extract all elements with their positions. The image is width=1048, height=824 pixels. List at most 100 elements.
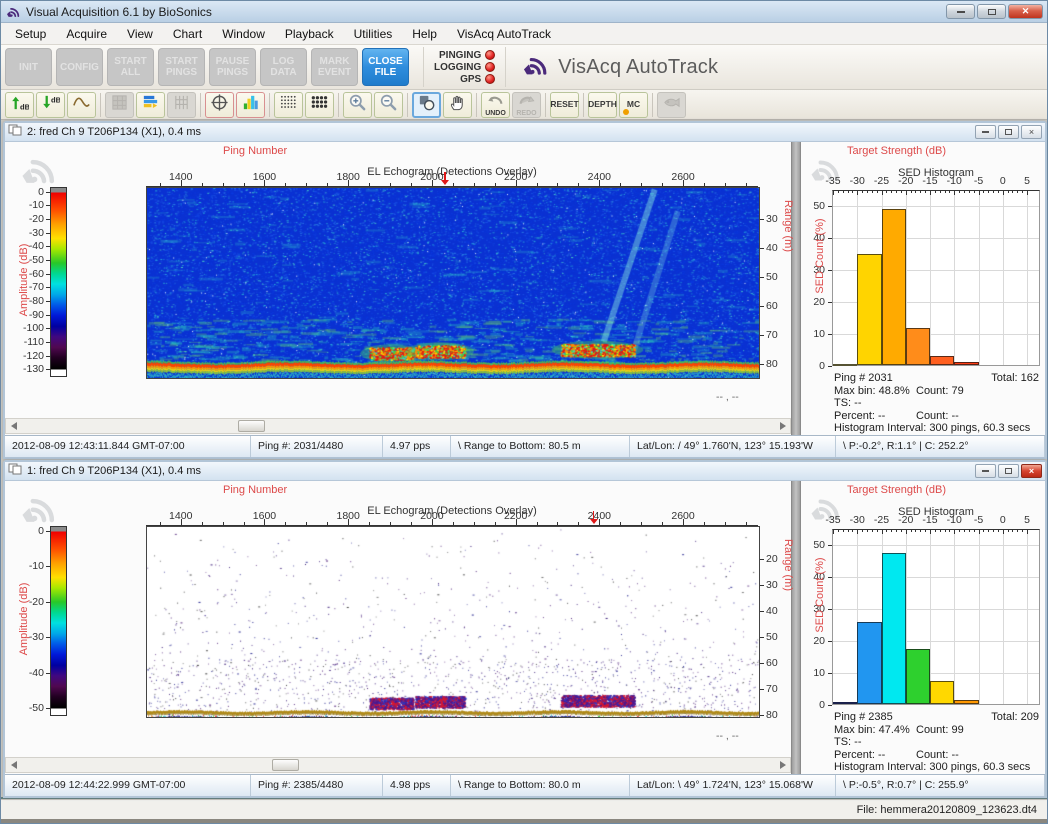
pane-splitter[interactable] [791, 142, 801, 435]
menu-window[interactable]: Window [212, 24, 275, 44]
sed-xminor-tick [1008, 529, 1009, 532]
cursor-coordinate-readout: -- , -- [716, 730, 739, 742]
data-table-button [167, 92, 196, 118]
echo-dots-fine-button[interactable] [274, 92, 303, 118]
select-region-button[interactable] [412, 92, 441, 118]
ping-tick-mark [264, 519, 265, 525]
menu-help[interactable]: Help [402, 24, 447, 44]
maximize-icon [1005, 468, 1012, 474]
status-cell-range-to-bottom: \ Range to Bottom: 80.5 m [451, 436, 630, 457]
scroll-right-arrow[interactable] [775, 419, 790, 433]
threshold-down-button[interactable]: dB [36, 92, 65, 118]
child-close-button[interactable]: × [1021, 464, 1042, 478]
sed-xminor-tick [959, 529, 960, 532]
marker-arrowhead [590, 519, 598, 524]
pan-button[interactable] [443, 92, 472, 118]
ping-minor-tick [202, 522, 203, 525]
restore-button[interactable] [977, 4, 1006, 19]
toolbar-separator [269, 93, 270, 117]
tvg-curve-button[interactable] [67, 92, 96, 118]
menu-utilities[interactable]: Utilities [344, 24, 403, 44]
app-titlebar[interactable]: Visual Acquisition 6.1 by BioSonics ✕ [1, 1, 1047, 23]
scroll-thumb[interactable] [272, 759, 299, 771]
ping-minor-tick [620, 522, 621, 525]
window-bottom-edge [1, 819, 1047, 823]
child-minimize-button[interactable] [975, 125, 996, 139]
child-maximize-button[interactable] [998, 125, 1019, 139]
ping-minor-tick [244, 522, 245, 525]
zoom-out-button[interactable] [374, 92, 403, 118]
sed-xminor-tick [1012, 529, 1013, 532]
menu-acquire[interactable]: Acquire [56, 24, 117, 44]
echogram-plot[interactable] [146, 187, 760, 379]
sed-xminor-tick [872, 529, 873, 532]
amplitude-tick-mark [46, 246, 50, 247]
sed-stat-ts: TS: -- [834, 736, 862, 748]
reset-button[interactable]: RESET [550, 92, 579, 118]
child-titlebar[interactable]: 2: fred Ch 9 T206P134 (X1), 0.4 ms× [5, 123, 1045, 142]
sed-stat-interval: Histogram Interval: 300 pings, 60.3 secs [834, 422, 1030, 434]
depth-button[interactable]: DEPTH [588, 92, 617, 118]
minimize-button[interactable] [946, 4, 975, 19]
undo-button[interactable]: UNDO [481, 92, 510, 118]
scroll-right-arrow[interactable] [775, 758, 790, 772]
range-tick-label: 20 [766, 553, 778, 565]
sed-xminor-tick [925, 529, 926, 532]
ping-axis-label: Ping Number [223, 484, 287, 496]
menu-view[interactable]: View [117, 24, 163, 44]
sed-xminor-tick [940, 529, 941, 532]
sed-histogram-toggle-button[interactable] [236, 92, 265, 118]
redo-label: REDO [516, 110, 536, 117]
threshold-up-button[interactable]: dB [5, 92, 34, 118]
scroll-left-arrow[interactable] [6, 758, 21, 772]
range-tick-label: 60 [766, 657, 778, 669]
close-button[interactable]: ✕ [1008, 4, 1043, 19]
sed-xtick-mark [930, 190, 931, 195]
child-statusbar: 2012-08-09 12:43:11.844 GMT-07:00Ping #:… [5, 435, 1045, 457]
pane-splitter[interactable] [791, 481, 801, 774]
menu-setup[interactable]: Setup [5, 24, 56, 44]
child-close-button[interactable]: × [1021, 125, 1042, 139]
mark-event-button: MARKEVENT [311, 48, 358, 86]
range-tick-label: 80 [766, 358, 778, 370]
child-maximize-button[interactable] [998, 464, 1019, 478]
zoom-in-button[interactable] [343, 92, 372, 118]
mc-button[interactable]: MC [619, 92, 648, 118]
sed-xtick-label: -5 [974, 175, 983, 187]
app-statusbar: File: hemmera20120809_123623.dt4 [1, 799, 1047, 819]
target-detection-button[interactable] [205, 92, 234, 118]
close-file-button[interactable]: CLOSEFILE [362, 48, 409, 86]
scroll-left-arrow[interactable] [6, 419, 21, 433]
child-minimize-button[interactable] [975, 464, 996, 478]
scroll-thumb[interactable] [238, 420, 265, 432]
right-arrow-icon [780, 761, 786, 769]
menu-visacq-autotrack[interactable]: VisAcq AutoTrack [447, 24, 561, 44]
sed-count-axis-label: SED Count (%) [814, 545, 826, 645]
sed-xtick-mark [882, 529, 883, 534]
echogram-plot[interactable] [146, 526, 760, 718]
toolbar-separator [476, 93, 477, 117]
menu-playback[interactable]: Playback [275, 24, 344, 44]
sed-xminor-tick [848, 190, 849, 193]
sed-xminor-tick [886, 190, 887, 193]
sed-xminor-tick [896, 190, 897, 193]
color-scale-button[interactable] [136, 92, 165, 118]
ping-minor-tick [641, 522, 642, 525]
amplitude-tick-label: -30 [13, 631, 44, 643]
sed-xminor-tick [852, 190, 853, 193]
echo-dots-coarse-button[interactable] [305, 92, 334, 118]
sed-xtick-label: -20 [898, 175, 913, 187]
menu-chart[interactable]: Chart [163, 24, 212, 44]
echogram-hscrollbar[interactable] [5, 418, 791, 434]
ping-minor-tick [306, 522, 307, 525]
sed-xtick-label: -10 [947, 175, 962, 187]
mdi-workspace: 2: fred Ch 9 T206P134 (X1), 0.4 ms× Ping… [1, 120, 1047, 799]
ping-tick-mark [264, 180, 265, 186]
echogram-hscrollbar[interactable] [5, 757, 791, 773]
sed-stat-total: Total: 209 [991, 711, 1039, 723]
sed-xminor-tick [940, 190, 941, 193]
sed-xminor-tick [911, 190, 912, 193]
child-titlebar[interactable]: 1: fred Ch 9 T206P134 (X1), 0.4 ms× [5, 462, 1045, 481]
ping-tick-mark [683, 519, 684, 525]
sed-xminor-tick [852, 529, 853, 532]
